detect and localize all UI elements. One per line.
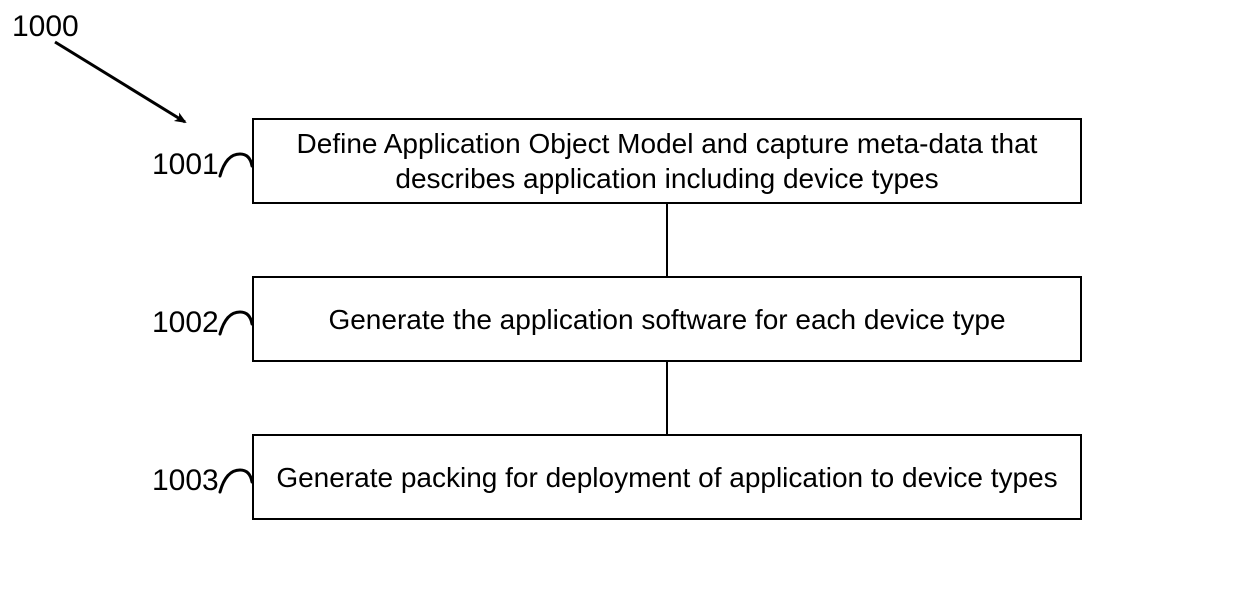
flow-step-3-text: Generate packing for deployment of appli… (276, 460, 1057, 495)
connector-1-2 (666, 204, 668, 276)
flow-step-1-text: Define Application Object Model and capt… (270, 126, 1064, 196)
flow-step-3-ref: 1003 (152, 464, 219, 498)
flow-step-2-text: Generate the application software for ea… (328, 302, 1005, 337)
flow-step-2: Generate the application software for ea… (252, 276, 1082, 362)
flow-step-1-ref: 1001 (152, 148, 219, 182)
ref-connector-1 (216, 148, 256, 184)
ref-connector-2 (216, 306, 256, 342)
flowchart-canvas: 1000 Define Application Object Model and… (0, 0, 1240, 600)
flow-step-1: Define Application Object Model and capt… (252, 118, 1082, 204)
figure-pointer-arrow (35, 30, 225, 140)
connector-2-3 (666, 362, 668, 434)
flow-step-2-ref: 1002 (152, 306, 219, 340)
flow-step-3: Generate packing for deployment of appli… (252, 434, 1082, 520)
ref-connector-3 (216, 464, 256, 500)
